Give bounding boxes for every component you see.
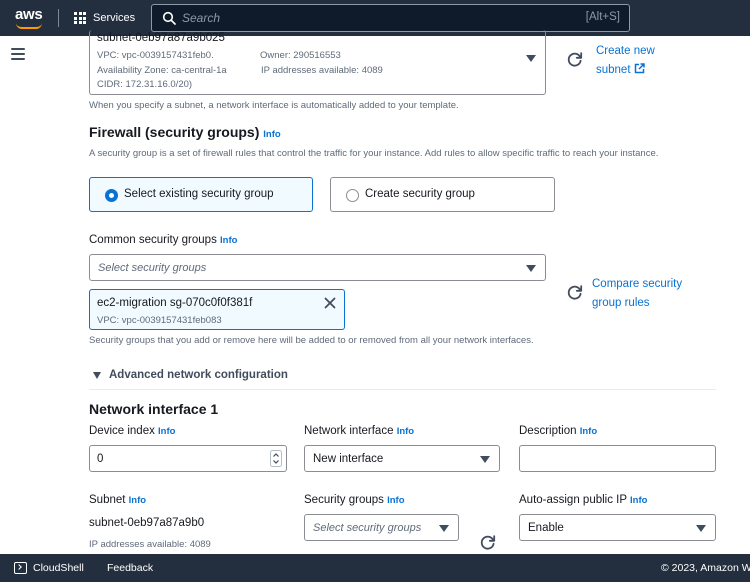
close-icon[interactable]	[324, 297, 336, 309]
description-info-link[interactable]: Info	[580, 426, 597, 437]
selected-sg-token: ec2-migration sg-070c0f0f381f VPC: vpc-0…	[89, 289, 345, 330]
create-sg-label: Create security group	[365, 188, 475, 200]
ni-sg-label: Security groups Info	[304, 494, 405, 506]
public-ip-label-text: Auto-assign public IP	[519, 494, 627, 506]
device-index-input[interactable]: 0	[89, 445, 287, 472]
ni-sg-placeholder: Select security groups	[313, 522, 422, 534]
cloudshell-button[interactable]: CloudShell	[14, 562, 84, 574]
ni-sg-label-text: Security groups	[304, 494, 384, 506]
subnet-info-link[interactable]: Info	[129, 495, 146, 506]
refresh-sg-icon[interactable]	[566, 283, 584, 301]
network-interface-select[interactable]: New interface	[304, 445, 500, 472]
advanced-network-label: Advanced network configuration	[109, 369, 288, 381]
common-sg-label: Common security groups Info	[89, 234, 237, 246]
subnet-availability-zone: Availability Zone: ca-central-1a	[97, 65, 227, 76]
firewall-title-text: Firewall (security groups)	[89, 124, 260, 140]
aws-logo[interactable]: aws	[14, 6, 46, 30]
subnet-ip-available-text: IP addresses available: 4089	[89, 539, 211, 550]
advanced-network-toggle[interactable]: Advanced network configuration	[89, 369, 716, 390]
side-navigation-rail	[0, 36, 36, 554]
search-icon	[162, 11, 176, 25]
public-ip-info-link[interactable]: Info	[630, 495, 647, 506]
network-interface-title: Network interface 1	[89, 401, 219, 417]
subnet-label-text: Subnet	[89, 494, 126, 506]
device-index-label: Device index Info	[89, 425, 175, 437]
caret-down-icon	[480, 456, 490, 463]
subnet-label: Subnet Info	[89, 494, 146, 506]
selected-sg-vpc: VPC: vpc-0039157431feb083	[97, 315, 222, 326]
menu-hamburger-icon[interactable]	[11, 48, 25, 60]
ni-sg-info-link[interactable]: Info	[387, 495, 404, 506]
public-ip-value: Enable	[528, 522, 564, 534]
caret-down-icon	[696, 525, 706, 532]
firewall-description: A security group is a set of firewall ru…	[89, 148, 659, 159]
search-placeholder: Search	[182, 11, 221, 25]
device-index-value: 0	[97, 453, 104, 465]
description-label: Description Info	[519, 425, 597, 437]
terminal-icon	[14, 562, 27, 574]
caret-down-icon	[439, 525, 449, 532]
subnet-select[interactable]: subnet-0eb97a87a9b025 VPC: vpc-003915743…	[89, 30, 546, 95]
copyright-text: © 2023, Amazon W	[661, 562, 750, 574]
network-interface-info-link[interactable]: Info	[397, 426, 414, 437]
public-ip-label: Auto-assign public IP Info	[519, 494, 647, 506]
subnet-value: subnet-0eb97a87a9b0	[89, 517, 205, 529]
create-new-subnet-line2: subnet	[596, 64, 631, 76]
firewall-info-link[interactable]: Info	[263, 129, 280, 140]
subnet-vpc: VPC: vpc-0039157431feb0.	[97, 50, 214, 61]
search-input[interactable]: Search [Alt+S]	[151, 4, 630, 32]
selected-sg-name: ec2-migration sg-070c0f0f381f	[97, 297, 253, 309]
subnet-selected-id: subnet-0eb97a87a9b025	[97, 32, 225, 44]
services-menu-button[interactable]: Services	[74, 10, 135, 26]
search-shortcut-hint: [Alt+S]	[585, 11, 620, 23]
aws-logo-text: aws	[15, 6, 43, 23]
refresh-ni-sg-icon[interactable]	[479, 533, 497, 551]
create-new-subnet-link[interactable]: Create new subnet	[596, 42, 655, 80]
compare-sg-line2: group rules	[592, 297, 650, 309]
services-label: Services	[93, 12, 136, 24]
services-grid-icon	[74, 12, 86, 24]
network-interface-label-text: Network interface	[304, 425, 394, 437]
subnet-owner: Owner: 290516553	[260, 50, 341, 61]
compare-sg-line1: Compare security	[592, 278, 683, 290]
create-new-subnet-line1: Create new	[596, 45, 655, 57]
common-sg-label-text: Common security groups	[89, 234, 217, 246]
network-interface-value: New interface	[313, 453, 384, 465]
select-existing-sg-label: Select existing security group	[124, 188, 274, 200]
firewall-section-title: Firewall (security groups) Info	[89, 124, 281, 140]
common-sg-placeholder: Select security groups	[98, 262, 207, 274]
subnet-cidr: CIDR: 172.31.16.0/20)	[97, 79, 193, 90]
device-index-label-text: Device index	[89, 425, 155, 437]
subnet-ip-available: IP addresses available: 4089	[261, 65, 383, 76]
refresh-subnets-icon[interactable]	[566, 50, 584, 68]
nav-divider	[58, 9, 59, 27]
sg-help-text: Security groups that you add or remove h…	[89, 335, 534, 346]
device-index-info-link[interactable]: Info	[158, 426, 175, 437]
create-sg-option[interactable]: Create security group	[330, 177, 555, 212]
external-link-icon	[634, 63, 645, 74]
caret-down-icon	[93, 372, 101, 379]
feedback-link[interactable]: Feedback	[107, 562, 153, 574]
select-existing-sg-option[interactable]: Select existing security group	[89, 177, 313, 212]
bottom-bar: CloudShell Feedback © 2023, Amazon W	[0, 554, 750, 582]
radio-selected-icon	[105, 189, 118, 202]
ni-sg-select[interactable]: Select security groups	[304, 514, 459, 541]
public-ip-select[interactable]: Enable	[519, 514, 716, 541]
chevron-down-icon	[526, 55, 536, 62]
network-interface-label: Network interface Info	[304, 425, 414, 437]
common-sg-select[interactable]: Select security groups	[89, 254, 546, 281]
description-label-text: Description	[519, 425, 577, 437]
chevron-down-icon	[526, 265, 536, 272]
radio-unselected-icon	[346, 189, 359, 202]
cloudshell-label: CloudShell	[33, 562, 84, 574]
subnet-help-text: When you specify a subnet, a network int…	[89, 100, 459, 111]
aws-smile-icon	[16, 23, 42, 29]
common-sg-info-link[interactable]: Info	[220, 235, 237, 246]
compare-sg-rules-link[interactable]: Compare security group rules	[592, 275, 682, 313]
number-stepper-icon[interactable]	[270, 450, 282, 467]
description-input[interactable]	[519, 445, 716, 472]
